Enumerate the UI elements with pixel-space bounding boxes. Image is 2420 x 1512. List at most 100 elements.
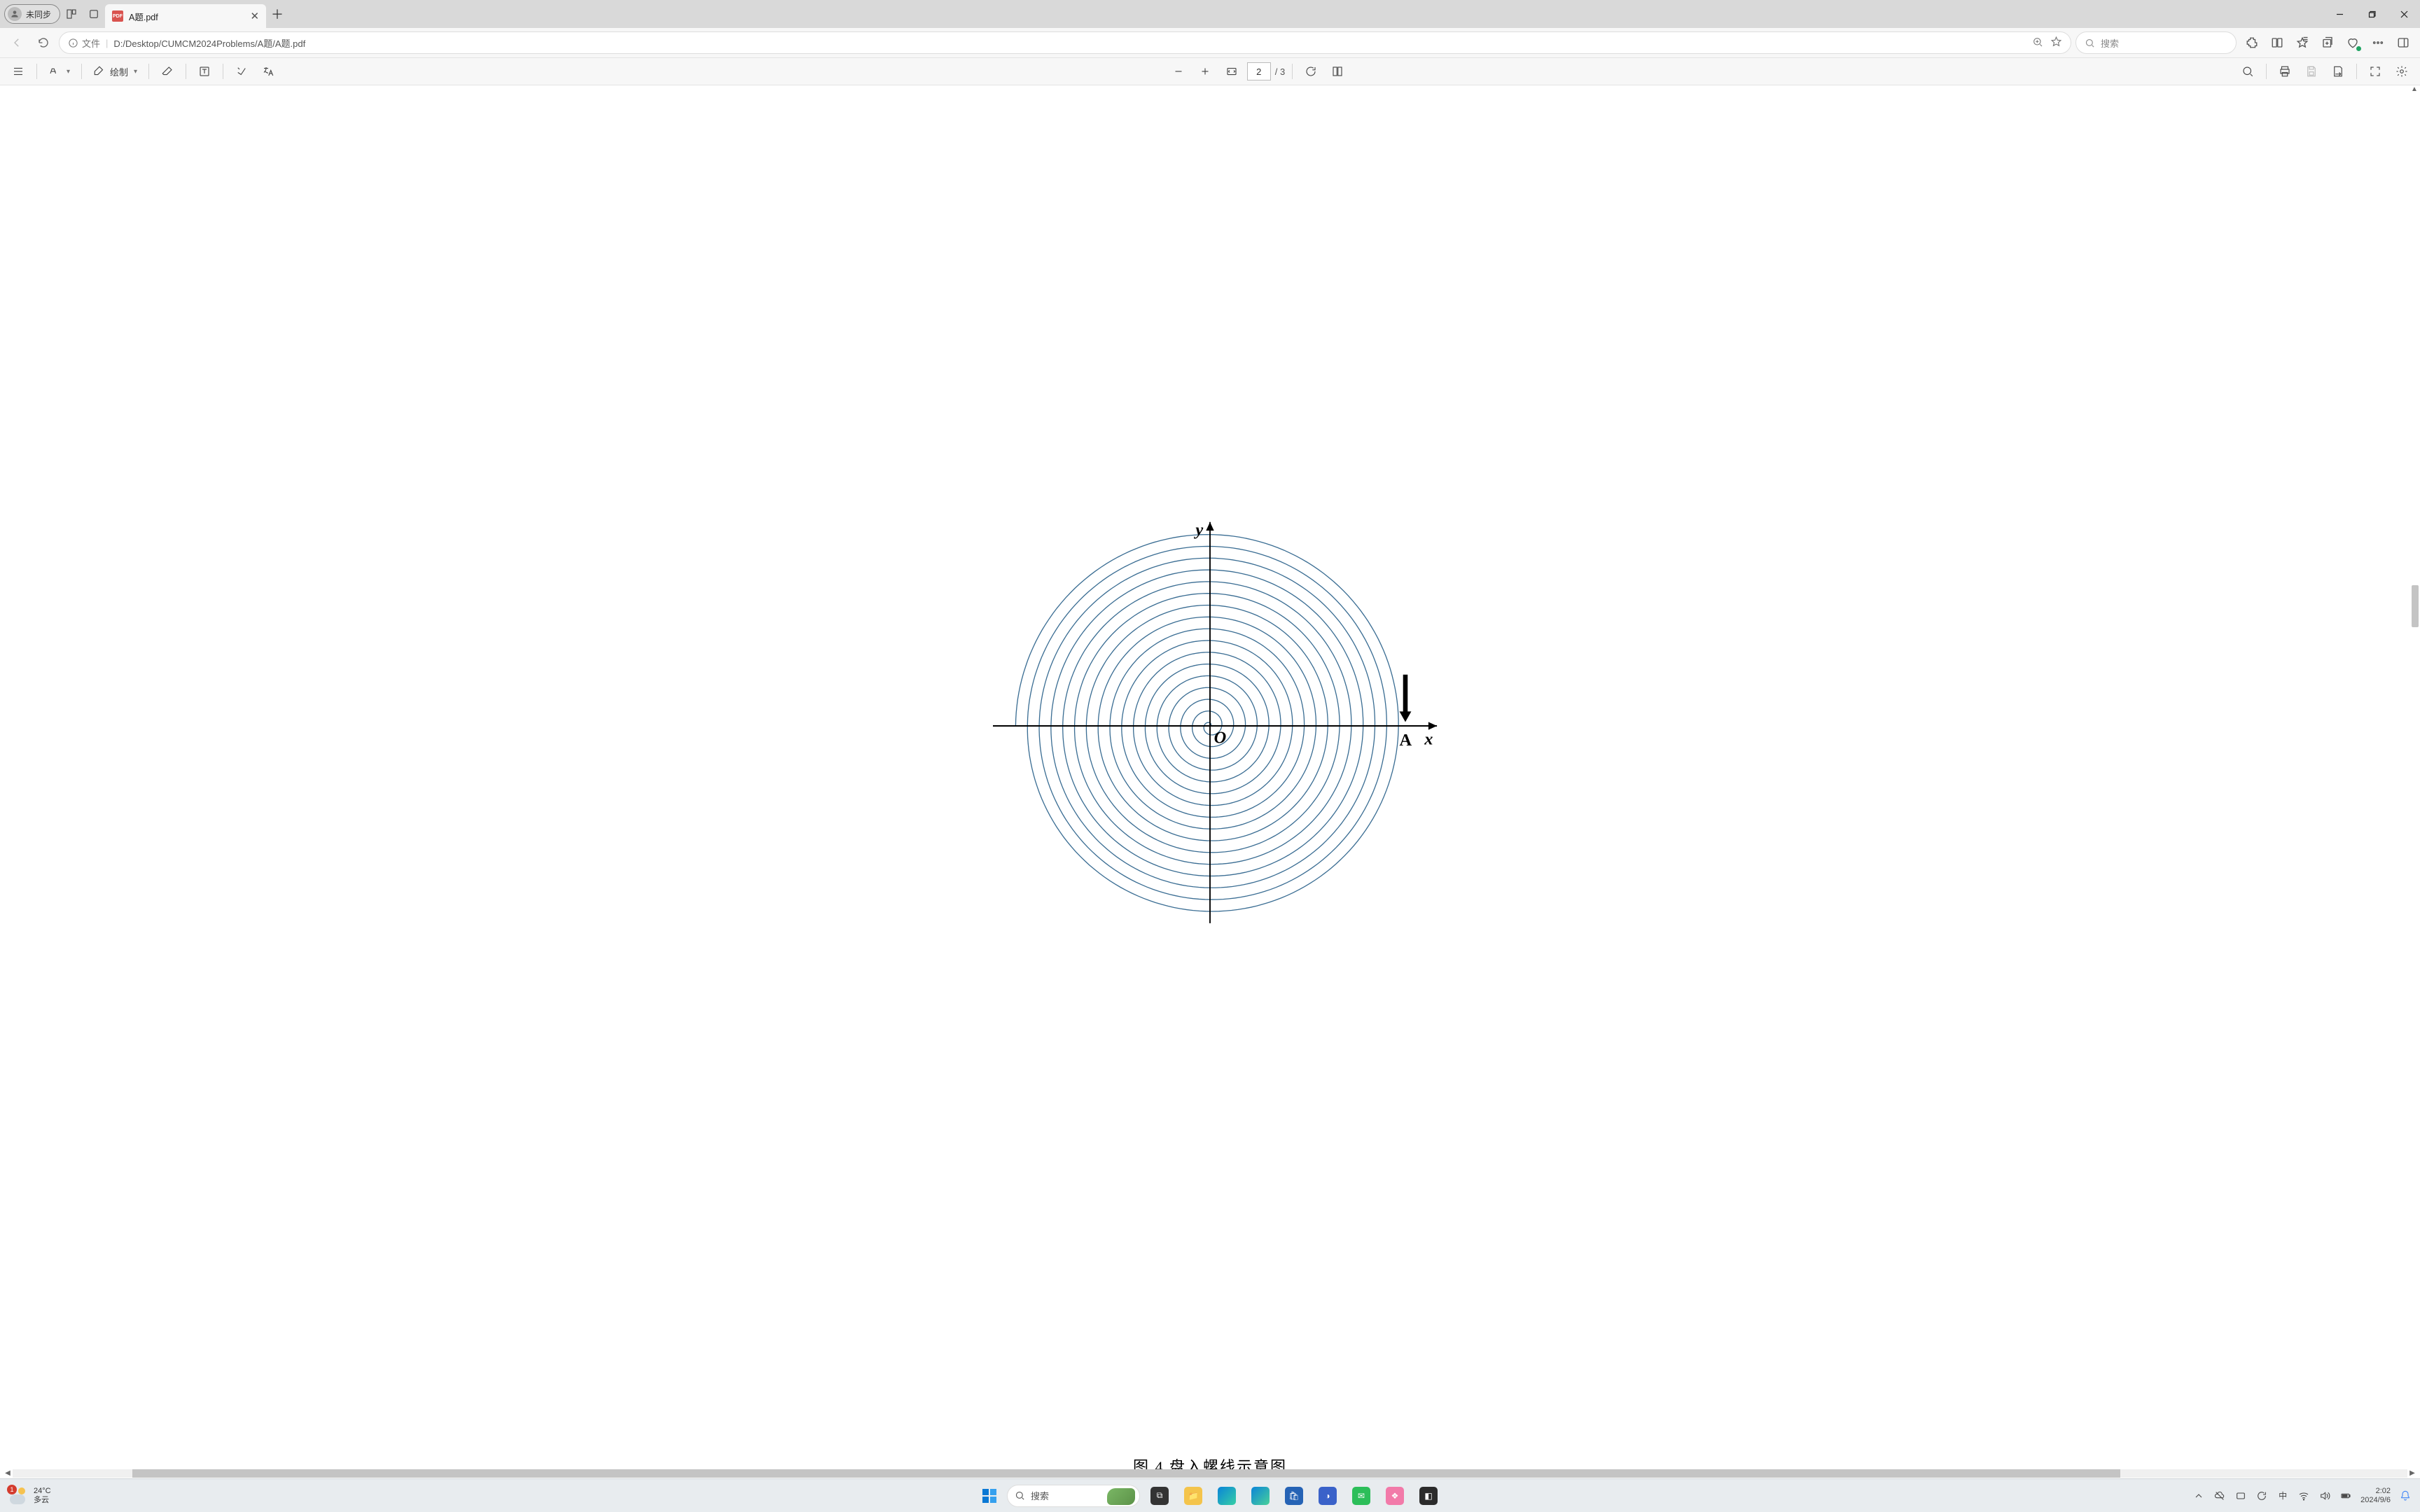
scroll-right-arrow-icon[interactable]: ▶	[2407, 1469, 2417, 1477]
extensions-icon[interactable]	[2241, 31, 2263, 54]
page-number-input[interactable]	[1247, 62, 1271, 80]
fit-page-icon[interactable]	[1221, 60, 1243, 83]
weather-widget[interactable]: 1 24°C 多云	[8, 1486, 51, 1506]
address-separator: |	[106, 38, 108, 48]
draw-tool[interactable]: 绘制 ▾	[89, 60, 141, 83]
battery-icon[interactable]	[2339, 1490, 2352, 1502]
onedrive-icon[interactable]	[2213, 1490, 2226, 1502]
taskbar-app-dark[interactable]: ◧	[1414, 1482, 1442, 1510]
pdf-viewport[interactable]: y x O A 图 4 盘入螺线示意图 ▲ ◀ ▶	[0, 85, 2420, 1478]
search-doodle-icon	[1107, 1488, 1135, 1505]
save-icon[interactable]	[2300, 60, 2323, 83]
rotate-icon[interactable]	[1300, 60, 1322, 83]
table-of-contents-icon[interactable]	[7, 60, 29, 83]
read-aloud-icon[interactable]	[230, 60, 253, 83]
zoom-out-button[interactable]	[1167, 60, 1190, 83]
tray-overflow-chevron-icon[interactable]	[2192, 1490, 2205, 1502]
translate-icon[interactable]	[257, 60, 279, 83]
volume-icon[interactable]	[2318, 1490, 2331, 1502]
copilot-sidebar-icon[interactable]	[2392, 31, 2414, 54]
horizontal-scroll-thumb[interactable]	[132, 1469, 2120, 1478]
y-axis-label: y	[1193, 521, 1203, 540]
start-button[interactable]	[978, 1484, 1001, 1508]
horizontal-scrollbar[interactable]: ◀ ▶	[3, 1468, 2417, 1478]
taskbar-app-edge[interactable]	[1213, 1482, 1241, 1510]
toolbar-separator	[1292, 64, 1293, 79]
taskbar-search[interactable]: 搜索	[1007, 1485, 1140, 1507]
text-tool-icon[interactable]	[193, 60, 216, 83]
page-total-label: / 3	[1275, 66, 1285, 77]
find-icon[interactable]	[2237, 60, 2259, 83]
security-icon[interactable]	[2234, 1490, 2247, 1502]
avatar-icon	[8, 7, 22, 21]
condition-label: 多云	[34, 1496, 51, 1505]
vertical-scroll-thumb[interactable]	[2412, 585, 2419, 627]
refresh-tray-icon[interactable]	[2255, 1490, 2268, 1502]
profile-sync-pill[interactable]: 未同步	[4, 4, 60, 24]
window-close-button[interactable]	[2388, 0, 2420, 28]
print-icon[interactable]	[2274, 60, 2296, 83]
tab-title-label: A题.pdf	[129, 10, 244, 23]
windows-taskbar: 1 24°C 多云 搜索 ⧉ 📁 🛍 ◑ ✉ ❖ ◧	[0, 1478, 2420, 1512]
save-as-icon[interactable]	[2327, 60, 2349, 83]
toolbar-separator	[36, 64, 37, 79]
split-screen-icon[interactable]	[2266, 31, 2288, 54]
scroll-left-arrow-icon[interactable]: ◀	[3, 1469, 13, 1477]
more-menu-icon[interactable]	[2367, 31, 2389, 54]
search-icon	[1015, 1490, 1025, 1501]
tray-clock[interactable]: 2:02 2024/9/6	[2360, 1487, 2391, 1504]
taskbar-app-taskview[interactable]: ⧉	[1146, 1482, 1174, 1510]
tab-actions-icon[interactable]	[83, 3, 105, 25]
chevron-down-icon: ▾	[67, 68, 70, 76]
weather-icon: 1	[8, 1486, 28, 1506]
collections-icon[interactable]	[2316, 31, 2339, 54]
profile-sync-label: 未同步	[26, 8, 51, 20]
taskbar-app-edge-alt[interactable]	[1246, 1482, 1274, 1510]
address-bar[interactable]: 文件 | D:/Desktop/CUMCM2024Problems/A题/A题.…	[59, 31, 2071, 54]
zoom-indicator-icon[interactable]	[2032, 36, 2043, 50]
pdf-page: y x O A 图 4 盘入螺线示意图 ▲ ◀ ▶	[0, 85, 2420, 1478]
new-tab-button[interactable]: ＋	[266, 3, 288, 25]
taskbar-app-store[interactable]: 🛍	[1280, 1482, 1308, 1510]
highlight-tool-icon[interactable]: ▾	[44, 60, 74, 83]
taskbar-app-pink[interactable]: ❖	[1381, 1482, 1409, 1510]
favorites-icon[interactable]	[2291, 31, 2314, 54]
sidebar-search-box[interactable]: 搜索	[2075, 31, 2237, 54]
tab-close-button[interactable]: ✕	[250, 10, 259, 22]
titlebar: 未同步 PDF A题.pdf ✕ ＋	[0, 0, 2420, 28]
browser-essentials-icon[interactable]	[2342, 31, 2364, 54]
chevron-down-icon: ▾	[134, 68, 137, 76]
toolbar-separator	[2266, 64, 2267, 79]
clock-time: 2:02	[2360, 1487, 2391, 1496]
refresh-button[interactable]	[32, 31, 55, 54]
zoom-in-button[interactable]	[1194, 60, 1216, 83]
notifications-icon[interactable]	[2399, 1490, 2412, 1502]
window-restore-button[interactable]	[2356, 0, 2388, 28]
fullscreen-icon[interactable]	[2364, 60, 2386, 83]
toolbar-separator	[148, 64, 149, 79]
address-bar-row: 文件 | D:/Desktop/CUMCM2024Problems/A题/A题.…	[0, 28, 2420, 57]
draw-label: 绘制	[110, 65, 128, 78]
spiral-curve	[1015, 535, 1398, 911]
taskbar-app-copilot[interactable]: ◑	[1314, 1482, 1342, 1510]
ime-lang-button[interactable]: 中	[2276, 1490, 2289, 1502]
site-info-icon[interactable]: 文件	[68, 36, 100, 50]
workspaces-icon[interactable]	[60, 3, 83, 25]
taskbar-app-wechat[interactable]: ✉	[1347, 1482, 1375, 1510]
x-axis-label: x	[1424, 730, 1433, 749]
back-button[interactable]	[6, 31, 28, 54]
wifi-icon[interactable]	[2297, 1490, 2310, 1502]
taskbar-search-placeholder: 搜索	[1031, 1489, 1049, 1502]
point-a-arrow	[1400, 675, 1412, 722]
taskbar-app-explorer[interactable]: 📁	[1179, 1482, 1207, 1510]
scheme-label: 文件	[82, 36, 100, 50]
page-view-icon[interactable]	[1326, 60, 1349, 83]
pen-icon	[93, 65, 106, 78]
window-minimize-button[interactable]	[2323, 0, 2356, 28]
erase-tool-icon[interactable]	[156, 60, 179, 83]
settings-gear-icon[interactable]	[2391, 60, 2413, 83]
tab-active[interactable]: PDF A题.pdf ✕	[105, 4, 266, 28]
favorite-star-icon[interactable]	[2050, 36, 2062, 50]
origin-label: O	[1214, 729, 1227, 748]
vertical-scrollbar[interactable]: ▲	[2409, 85, 2420, 1478]
